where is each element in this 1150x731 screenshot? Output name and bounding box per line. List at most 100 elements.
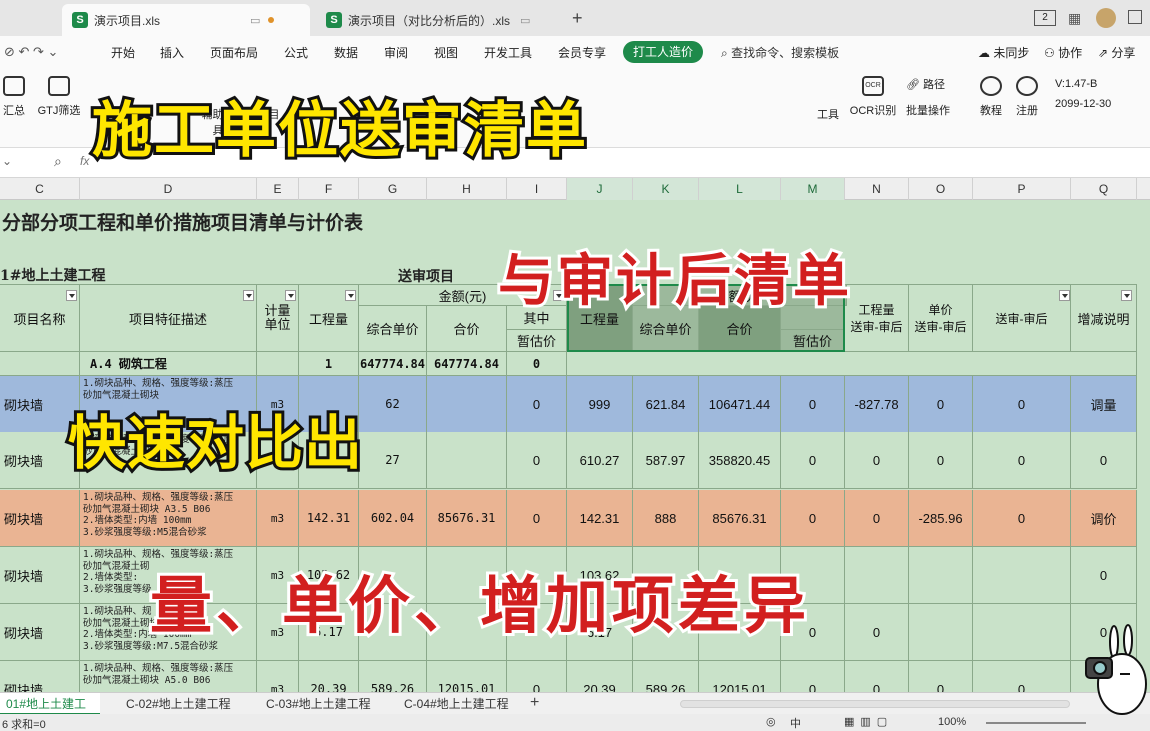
menu-data[interactable]: 数据 xyxy=(334,44,358,61)
section-name[interactable]: A.4 砌筑工程 xyxy=(80,352,257,376)
section-total[interactable]: 647774.84 xyxy=(427,352,507,376)
cell-ap[interactable]: 888 xyxy=(633,490,699,547)
cell-dp[interactable]: 0 xyxy=(909,376,973,433)
cell-at[interactable]: 358820.45 xyxy=(699,432,781,489)
command-search[interactable]: ⌕ 查找命令、搜索模板 xyxy=(721,44,839,61)
col-header-d[interactable]: D xyxy=(80,178,257,200)
menu-home[interactable]: 开始 xyxy=(111,44,135,61)
cell-aq[interactable]: 20.39 xyxy=(567,661,633,692)
page-indicator-icon[interactable]: 2 xyxy=(1034,10,1056,26)
cell-dp[interactable]: 0 xyxy=(909,661,973,692)
col-header-l[interactable]: L xyxy=(699,178,781,200)
cell-dt[interactable] xyxy=(973,547,1071,604)
tool-path[interactable]: 🔗︎ 路径 批量操作 xyxy=(906,76,962,118)
avatar[interactable] xyxy=(1096,8,1116,28)
filter-dropdown-icon[interactable] xyxy=(66,290,77,301)
cell-desc[interactable]: 1.砌块品种、规格、强度等级:蒸压 砂加气混凝土砌块 A3.5 B06 2.墙体… xyxy=(80,490,257,547)
cell-unit[interactable]: m3 xyxy=(257,661,299,692)
cell-aprov[interactable]: 0 xyxy=(781,490,845,547)
sheet-tab-2[interactable]: C-02#地上土建工程 xyxy=(120,693,244,715)
cell-at[interactable]: 106471.44 xyxy=(699,376,781,433)
new-tab-button[interactable]: + xyxy=(572,8,583,29)
tool-register[interactable]: 注册 xyxy=(1012,76,1042,118)
section-qty[interactable]: 1 xyxy=(299,352,359,376)
doc-tab-2[interactable]: S 演示项目（对比分析后的）.xls ▭ xyxy=(316,4,556,36)
cell-prov[interactable]: 0 xyxy=(507,490,567,547)
col-header-n[interactable]: N xyxy=(845,178,909,200)
horizontal-scrollbar[interactable] xyxy=(680,700,1070,708)
cell-aprov[interactable]: 0 xyxy=(781,661,845,692)
sheet-tab-4[interactable]: C-04#地上土建工程 xyxy=(398,693,522,715)
cell-total[interactable]: 85676.31 xyxy=(427,490,507,547)
cell-dq[interactable]: 0 xyxy=(845,604,909,661)
input-method-icon[interactable]: 中 xyxy=(790,715,801,731)
filter-dropdown-icon[interactable] xyxy=(243,290,254,301)
cell-unit[interactable]: m3 xyxy=(257,490,299,547)
col-header-i[interactable]: I xyxy=(507,178,567,200)
section-cell[interactable] xyxy=(0,352,80,376)
cell-total[interactable] xyxy=(427,376,507,433)
fx-icon[interactable]: fx xyxy=(80,154,89,168)
cell-dp[interactable] xyxy=(909,547,973,604)
section-empty[interactable] xyxy=(567,352,1137,376)
filter-dropdown-icon[interactable] xyxy=(1121,290,1132,301)
cell-aq[interactable]: 999 xyxy=(567,376,633,433)
cell-aq[interactable]: 610.27 xyxy=(567,432,633,489)
cell-dq[interactable]: 0 xyxy=(845,432,909,489)
cell-name[interactable]: 砌块墙 xyxy=(0,604,80,661)
col-header-c[interactable]: C xyxy=(0,178,80,200)
cell-dq[interactable] xyxy=(845,547,909,604)
cell-name[interactable]: 砌块墙 xyxy=(0,661,80,692)
cell-qty[interactable]: 20.39 xyxy=(299,661,359,692)
section-provisional[interactable]: 0 xyxy=(507,352,567,376)
cell-ap[interactable]: 589.26 xyxy=(633,661,699,692)
filter-dropdown-icon[interactable] xyxy=(1059,290,1070,301)
cell-dq[interactable]: -827.78 xyxy=(845,376,909,433)
cell-qty[interactable]: 142.31 xyxy=(299,490,359,547)
menu-formula[interactable]: 公式 xyxy=(284,44,308,61)
cell-dt[interactable]: 0 xyxy=(973,376,1071,433)
eye-protect-icon[interactable]: ◎ xyxy=(766,715,776,728)
cell-dt[interactable] xyxy=(973,604,1071,661)
section-unit[interactable] xyxy=(257,352,299,376)
col-header-e[interactable]: E xyxy=(257,178,299,200)
window-restore-icon[interactable] xyxy=(1128,10,1142,24)
cell-prov[interactable]: 0 xyxy=(507,661,567,692)
cell-remark[interactable]: 调价 xyxy=(1071,490,1137,547)
cell-remark[interactable]: 0 xyxy=(1071,432,1137,489)
cell-desc[interactable]: 1.砌块品种、规格、强度等级:蒸压 砂加气混凝土砌块 A5.0 B06 xyxy=(80,661,257,692)
tool-ocr[interactable]: OCR OCR识别 xyxy=(846,76,900,118)
cell-at[interactable]: 85676.31 xyxy=(699,490,781,547)
cell-dp[interactable]: 0 xyxy=(909,432,973,489)
zoom-slider[interactable] xyxy=(986,722,1086,724)
sheet-tab-3[interactable]: C-03#地上土建工程 xyxy=(260,693,384,715)
cell-remark[interactable]: 调量 xyxy=(1071,376,1137,433)
cell-prov[interactable]: 0 xyxy=(507,432,567,489)
cell-price[interactable]: 27 xyxy=(359,432,427,489)
tool-summary[interactable]: 汇总 xyxy=(0,76,28,118)
cell-price[interactable]: 589.26 xyxy=(359,661,427,692)
cell-dp[interactable] xyxy=(909,604,973,661)
tool-tutorial[interactable]: 教程 xyxy=(976,76,1006,118)
col-header-q[interactable]: Q xyxy=(1071,178,1137,200)
cell-dt[interactable]: 0 xyxy=(973,490,1071,547)
sync-status[interactable]: ☁ 未同步 xyxy=(978,44,1029,61)
menu-developer[interactable]: 开发工具 xyxy=(484,44,532,61)
cell-price[interactable]: 602.04 xyxy=(359,490,427,547)
filter-dropdown-icon[interactable] xyxy=(345,290,356,301)
cell-aq[interactable]: 142.31 xyxy=(567,490,633,547)
cell-dq[interactable]: 0 xyxy=(845,490,909,547)
cell-dt[interactable]: 0 xyxy=(973,661,1071,692)
zoom-level[interactable]: 100% xyxy=(938,716,966,728)
grid-apps-icon[interactable]: ▦ xyxy=(1068,10,1081,27)
menu-review[interactable]: 审阅 xyxy=(384,44,408,61)
cell-name[interactable]: 砌块墙 xyxy=(0,490,80,547)
add-sheet-button[interactable]: + xyxy=(530,694,539,712)
menu-member[interactable]: 会员专享 xyxy=(558,44,606,61)
col-header-k[interactable]: K xyxy=(633,178,699,200)
collab-button[interactable]: ⚇ 协作 xyxy=(1044,44,1082,61)
filter-dropdown-icon[interactable] xyxy=(285,290,296,301)
cell-dq[interactable]: 0 xyxy=(845,661,909,692)
tool-misc[interactable]: 工具 xyxy=(816,106,840,122)
cell-aprov[interactable]: 0 xyxy=(781,376,845,433)
